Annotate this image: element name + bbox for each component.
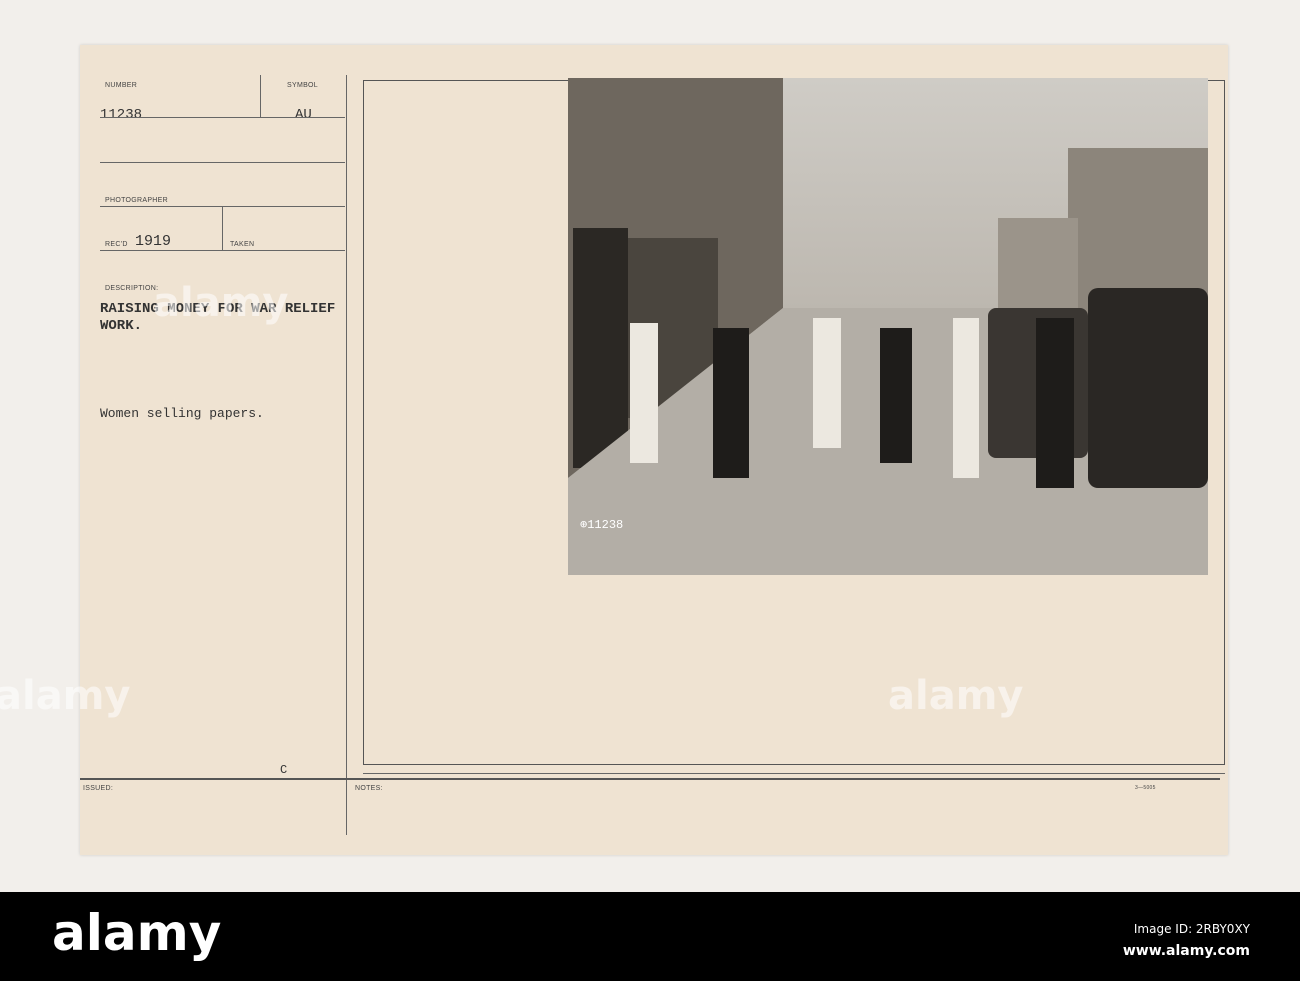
alamy-logo: alamy xyxy=(52,904,222,962)
description-line-2: WORK. xyxy=(100,318,143,334)
recd-value: 1919 xyxy=(135,233,172,250)
notes-label: NOTES: xyxy=(355,785,383,792)
caption: Women selling papers. xyxy=(100,406,264,421)
image-id: Image ID: 2RBY0XY xyxy=(1133,922,1250,936)
symbol-value: AU xyxy=(295,107,312,123)
issued-label: ISSUED: xyxy=(83,785,114,792)
divider xyxy=(100,250,345,251)
photo-number: ⊕11238 xyxy=(580,518,623,532)
number-label: NUMBER xyxy=(105,82,138,89)
watermark: alamy xyxy=(0,673,131,719)
photographer-label: PHOTOGRAPHER xyxy=(105,197,168,204)
divider xyxy=(346,75,347,835)
issued-mark: C xyxy=(280,763,288,777)
divider xyxy=(222,206,223,250)
watermark: alamy xyxy=(888,673,1024,719)
divider xyxy=(100,162,345,163)
description-label: DESCRIPTION: xyxy=(105,285,159,292)
watermark: alamy xyxy=(153,280,289,326)
divider xyxy=(80,778,1220,780)
symbol-label: SYMBOL xyxy=(287,82,318,89)
divider xyxy=(260,75,261,117)
site-url[interactable]: www.alamy.com xyxy=(1123,943,1250,959)
taken-label: TAKEN xyxy=(230,241,255,248)
divider xyxy=(100,117,345,118)
recd-label: REC'D xyxy=(105,241,128,248)
divider xyxy=(363,773,1225,774)
photo-illustration: ⊕11238 xyxy=(568,78,1208,575)
number-value: 11238 xyxy=(100,107,143,123)
street-photograph: ⊕11238 xyxy=(568,78,1208,575)
form-number: 3—5005 xyxy=(1135,785,1156,791)
archival-record-card: NUMBER 11238 SYMBOL AU PHOTOGRAPHER REC'… xyxy=(80,45,1228,855)
footer-bar: alamy Image ID: 2RBY0XY www.alamy.com xyxy=(0,892,1300,981)
